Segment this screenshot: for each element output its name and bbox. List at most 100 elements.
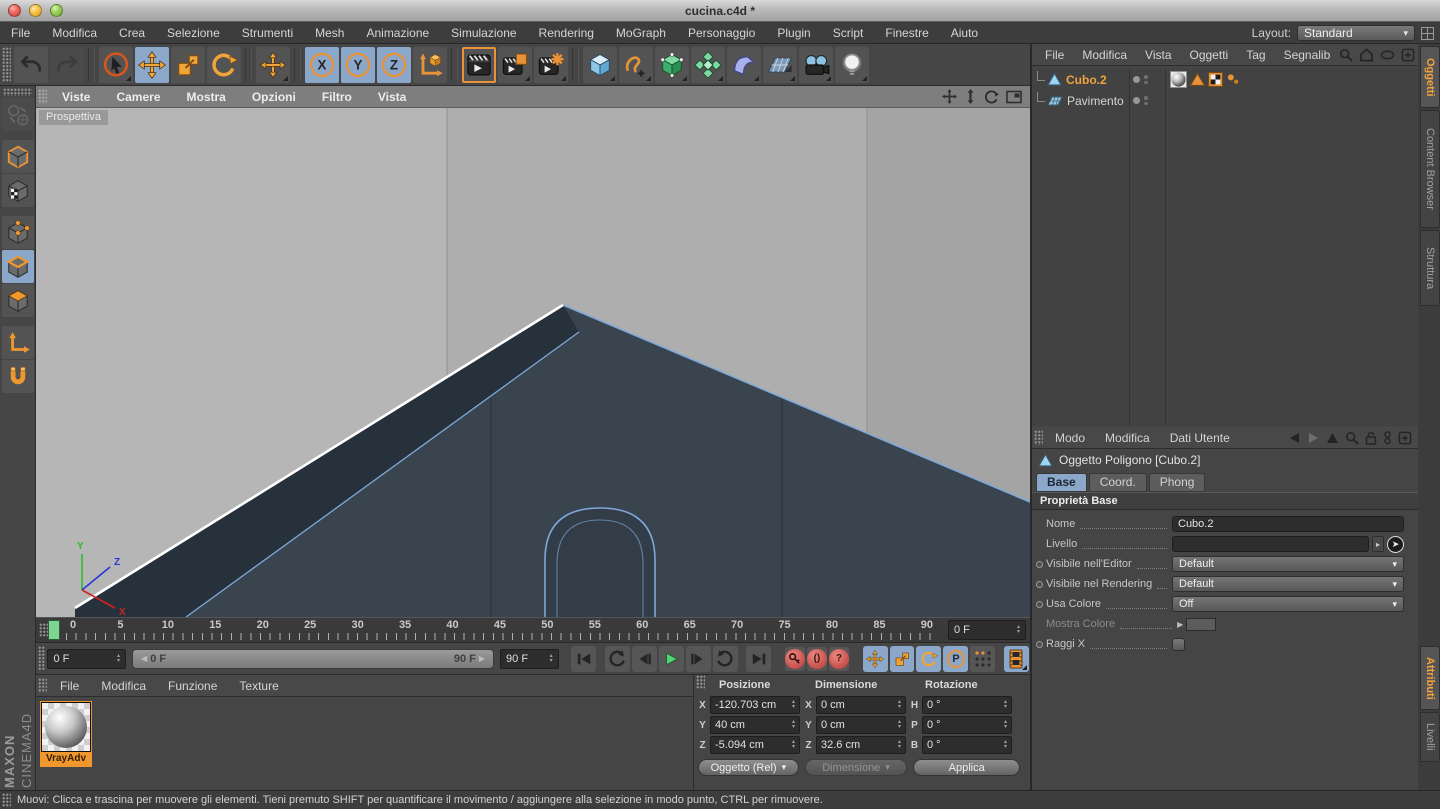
home-icon[interactable] — [1359, 47, 1374, 62]
tab-struttura[interactable]: Struttura — [1420, 230, 1440, 306]
om-menu-item[interactable]: Oggetti — [1181, 48, 1238, 62]
add-deformer-button[interactable] — [727, 46, 761, 83]
tree-branch[interactable] — [1037, 70, 1045, 81]
render-view-button[interactable] — [462, 46, 496, 83]
axis-mode-button[interactable] — [1, 326, 34, 359]
add-light-button[interactable] — [835, 46, 869, 83]
visibility-toggles[interactable] — [1133, 96, 1163, 105]
spinner-icon[interactable]: ▴ ▾ — [117, 653, 120, 664]
material-thumbnail[interactable] — [41, 702, 91, 752]
key-scale-toggle[interactable] — [889, 645, 915, 672]
left-toolbar-grip[interactable] — [3, 88, 32, 96]
frame-range-slider[interactable]: ◀ 0 F 90 F ▶ — [132, 648, 495, 669]
tab-attributi[interactable]: Attributi — [1420, 646, 1440, 710]
rotation-h-field[interactable]: ▴▾ — [922, 696, 1012, 714]
range-right-arrow-icon[interactable]: ▶ — [479, 654, 485, 663]
visibile-editor-dropdown[interactable]: Default ▾ — [1172, 556, 1404, 572]
visibility-toggles[interactable] — [1133, 75, 1163, 84]
object-tags[interactable] — [1170, 71, 1241, 88]
animation-dot[interactable] — [1036, 560, 1043, 568]
menu-item[interactable]: File — [0, 26, 41, 40]
om-menu-item[interactable]: Tag — [1237, 48, 1274, 62]
record-keyframe-button[interactable] — [784, 646, 805, 671]
material-tag-icon[interactable] — [1170, 71, 1187, 88]
om-menu-item[interactable]: Modifica — [1073, 48, 1136, 62]
previous-frame-button[interactable] — [631, 645, 657, 672]
redo-button[interactable] — [50, 46, 84, 83]
menu-item[interactable]: Mesh — [304, 26, 355, 40]
pan-view-icon[interactable] — [942, 89, 957, 104]
enable-dot[interactable] — [1133, 76, 1140, 83]
go-to-start-button[interactable] — [571, 645, 597, 672]
menu-item[interactable]: Aiuto — [940, 26, 989, 40]
y-axis-lock-button[interactable]: Y — [341, 46, 375, 83]
object-name[interactable]: Cubo.2 — [1066, 73, 1107, 87]
menu-item[interactable]: Modifica — [41, 26, 108, 40]
timeline-ruler[interactable]: 0 5 10 15 20 25 30 35 40 45 50 55 60 65 70 75 80 85 90 0 F… — [36, 617, 1030, 643]
key-point-level-toggle[interactable] — [970, 645, 996, 672]
camera-view-label[interactable]: Prospettiva — [39, 110, 109, 125]
add-spline-button[interactable] — [619, 46, 653, 83]
size-z-field[interactable]: ▴▾ — [816, 736, 906, 754]
search-icon[interactable] — [1345, 431, 1359, 445]
usa-colore-dropdown[interactable]: Off ▾ — [1172, 596, 1404, 612]
tab-oggetti[interactable]: Oggetti — [1420, 46, 1440, 108]
open-timeline-button[interactable] — [1003, 645, 1029, 672]
menu-item[interactable]: Simulazione — [440, 26, 527, 40]
zoom-view-icon[interactable] — [964, 89, 977, 104]
tab-phong[interactable]: Phong — [1148, 473, 1206, 492]
add-environment-button[interactable] — [763, 46, 797, 83]
nome-field[interactable] — [1172, 516, 1404, 532]
go-to-end-button[interactable] — [746, 645, 772, 672]
keyframe-selection-button[interactable]: ? — [828, 646, 849, 671]
add-panel-icon[interactable] — [1398, 431, 1412, 445]
phong-tag-icon[interactable] — [1190, 72, 1205, 87]
material-menu-item[interactable]: Modifica — [90, 679, 157, 693]
lock-icon[interactable] — [1365, 431, 1377, 445]
viewport-menu-item[interactable]: Vista — [365, 90, 419, 104]
animation-dot[interactable] — [1036, 580, 1043, 588]
model-mode-button[interactable] — [1, 140, 34, 173]
size-y-field[interactable]: ▴▾ — [816, 716, 906, 734]
last-tool-button[interactable] — [256, 46, 290, 83]
parent-up-icon[interactable] — [1326, 432, 1339, 444]
menu-item[interactable]: Crea — [108, 26, 156, 40]
section-header[interactable]: Proprietà Base — [1032, 492, 1418, 510]
add-cube-button[interactable] — [583, 46, 617, 83]
viewport-canvas[interactable]: Y Z X Prospettiva — [36, 108, 1030, 617]
menu-item[interactable]: Finestre — [874, 26, 939, 40]
material-name[interactable]: VrayAdv — [41, 752, 91, 766]
viewport-menu-item[interactable]: Filtro — [309, 90, 365, 104]
move-tool-button[interactable] — [135, 46, 169, 83]
anim-grip[interactable] — [38, 646, 46, 671]
menu-item[interactable]: Script — [822, 26, 875, 40]
render-picture-viewer-button[interactable] — [498, 46, 532, 83]
spinner-icon[interactable]: ▴ ▾ — [1017, 624, 1020, 635]
menu-item[interactable]: Personaggio — [677, 26, 766, 40]
menu-item[interactable]: Selezione — [156, 26, 231, 40]
x-axis-lock-button[interactable]: X — [305, 46, 339, 83]
add-modeling-object-button[interactable] — [691, 46, 725, 83]
expand-arrow-icon[interactable]: ▶ — [1177, 620, 1183, 629]
layout-grid-icon[interactable] — [1421, 26, 1434, 40]
position-x-field[interactable]: ▴▾ — [710, 696, 800, 714]
rotation-b-field[interactable]: ▴▾ — [922, 736, 1012, 754]
object-list[interactable]: Cubo.2 Pavimento — [1032, 69, 1418, 426]
texture-mode-button[interactable] — [1, 174, 34, 207]
end-frame-field[interactable]: 90 F ▴ ▾ — [500, 648, 559, 669]
previous-key-button[interactable] — [604, 645, 630, 672]
object-row-cubo2[interactable]: Cubo.2 — [1032, 69, 1418, 90]
polygons-mode-button[interactable] — [1, 284, 34, 317]
size-x-field[interactable]: ▴▾ — [816, 696, 906, 714]
search-icon[interactable] — [1339, 48, 1354, 62]
am-menu-item[interactable]: Dati Utente — [1160, 431, 1240, 445]
menu-item[interactable]: Plugin — [766, 26, 821, 40]
am-grip[interactable] — [1034, 430, 1043, 445]
toggle-view-icon[interactable] — [1006, 90, 1022, 104]
menu-item[interactable]: Animazione — [355, 26, 440, 40]
render-settings-button[interactable] — [534, 46, 568, 83]
history-back-icon[interactable] — [1288, 432, 1301, 444]
coordinate-system-button[interactable] — [413, 46, 447, 83]
viewport-menu-item[interactable]: Viste — [49, 90, 103, 104]
menu-item[interactable]: Rendering — [528, 26, 605, 40]
